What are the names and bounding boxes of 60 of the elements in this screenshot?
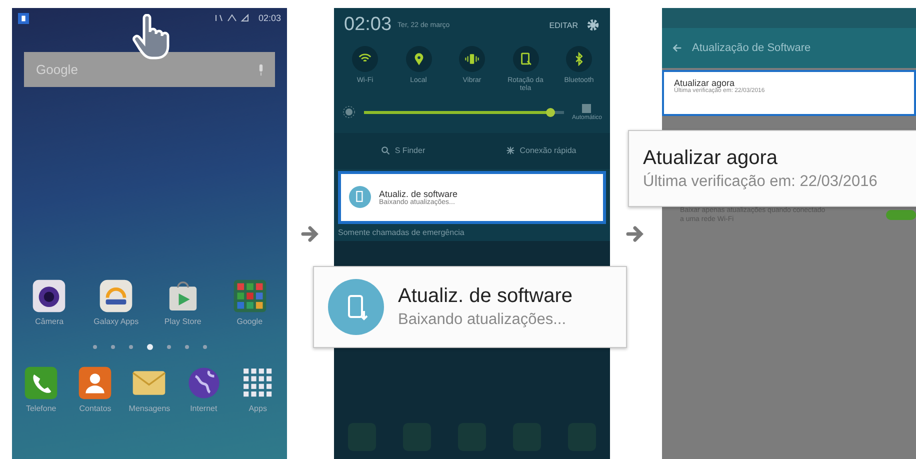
- page-dot[interactable]: [92, 345, 96, 349]
- app-label: Google: [236, 317, 263, 326]
- callout-title: Atualizar agora: [643, 146, 779, 170]
- quick-toggle[interactable]: [406, 46, 432, 72]
- screen-title: Atualização de Software: [692, 42, 811, 54]
- app-label: Galaxy Apps: [94, 317, 139, 326]
- phone-download-icon: [328, 279, 384, 335]
- button-label: S Finder: [394, 146, 426, 156]
- notification-title: Atualiz. de software: [379, 188, 458, 199]
- emergency-calls-text: Somente chamadas de emergência: [337, 226, 466, 239]
- search-placeholder: Google: [36, 62, 78, 77]
- phone-icon[interactable]: [24, 366, 58, 400]
- brightness-icon: [342, 105, 356, 120]
- quick-toggle[interactable]: [459, 46, 485, 72]
- app-label: Internet: [190, 404, 218, 413]
- quick-connect-button[interactable]: Conexão rápida: [472, 146, 610, 156]
- settings-icon[interactable]: [586, 18, 600, 32]
- person-icon[interactable]: [78, 366, 112, 400]
- right-arrow-icon: [300, 224, 320, 244]
- page-dot[interactable]: [166, 345, 170, 349]
- quick-toggle[interactable]: [512, 46, 538, 72]
- callout-subtitle: Última verificação em: 22/03/2016: [643, 172, 878, 190]
- button-label: Conexão rápida: [520, 146, 576, 156]
- vibrate-icon: [465, 52, 479, 66]
- notification-icon: [18, 12, 29, 24]
- camera-icon[interactable]: [32, 279, 66, 313]
- edit-button[interactable]: EDITAR: [547, 18, 580, 32]
- app-label: Telefone: [26, 404, 56, 413]
- app-label: Contatos: [79, 404, 112, 413]
- asterisk-icon: [506, 146, 515, 156]
- page-dot[interactable]: [146, 344, 152, 350]
- page-dot[interactable]: [184, 345, 188, 349]
- callout-title: Atualiz. de software: [398, 285, 573, 308]
- app-label: Câmera: [35, 317, 64, 326]
- toggle-switch[interactable]: [886, 210, 916, 220]
- app-label: Mensagens: [128, 404, 170, 413]
- auto-brightness-icon: [582, 104, 592, 113]
- callout-subtitle: Baixando atualizações...: [398, 311, 568, 329]
- microphone-icon: [257, 64, 265, 76]
- slider-thumb[interactable]: [546, 108, 555, 117]
- page-dot[interactable]: [110, 345, 114, 349]
- globe-icon[interactable]: [186, 366, 221, 400]
- status-time: 02:03: [258, 13, 281, 23]
- s-finder-button[interactable]: S Finder: [334, 146, 472, 156]
- clock-time: 02:03: [344, 14, 392, 36]
- back-arrow-icon[interactable]: [672, 43, 682, 53]
- search-icon: [380, 146, 390, 156]
- screen-rotation-icon: [518, 52, 532, 66]
- app-label: Play Store: [164, 317, 202, 326]
- item-title: Atualizar agora: [674, 78, 735, 88]
- page-dot[interactable]: [202, 345, 206, 349]
- page-dot[interactable]: [128, 345, 132, 349]
- app-label: Apps: [248, 404, 267, 413]
- quick-toggle[interactable]: [352, 46, 378, 72]
- right-arrow-icon: [626, 224, 646, 244]
- quick-toggle[interactable]: [566, 46, 592, 72]
- pointing-hand-icon: [130, 14, 170, 60]
- app-folder-icon[interactable]: [232, 279, 267, 313]
- app-store-icon[interactable]: [99, 279, 134, 313]
- phone-download-icon: [349, 186, 371, 208]
